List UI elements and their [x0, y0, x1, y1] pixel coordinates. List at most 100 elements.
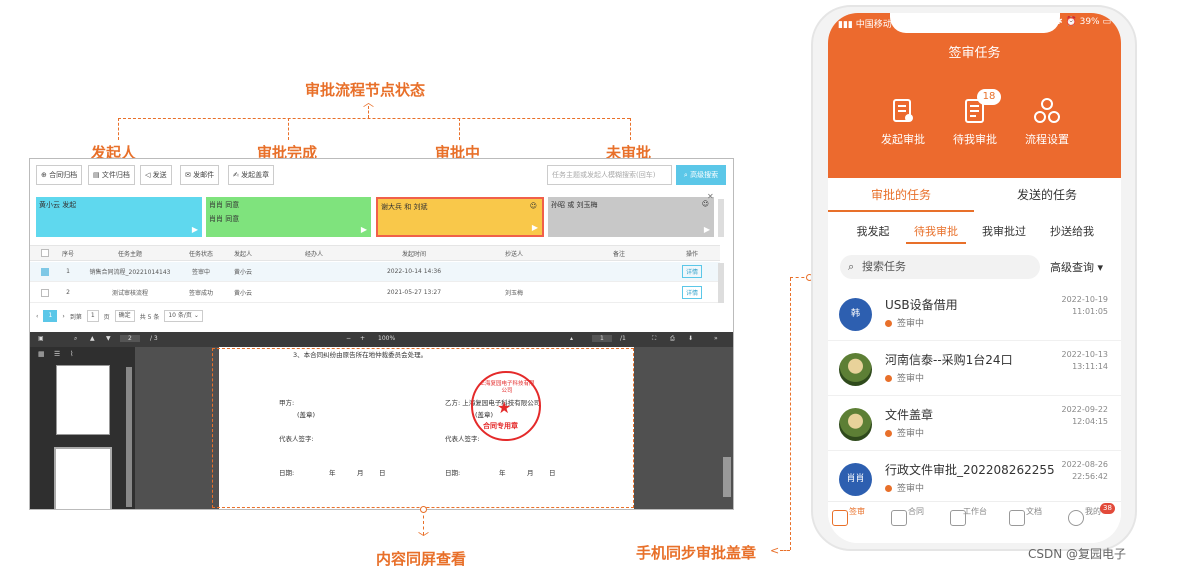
list-item[interactable]: 韩 USB设备借用 签审中 2022-10-19 11:01:05 [828, 286, 1121, 341]
thumbnail-view-icon[interactable]: ▦ [38, 350, 45, 358]
search-icon[interactable]: ⌕ [74, 335, 77, 343]
page-thumbnail[interactable] [54, 447, 112, 509]
subtab-pending[interactable]: 待我审批 [906, 223, 966, 244]
page-current[interactable]: 1 [43, 310, 58, 322]
attachment-icon[interactable]: ⌇ [70, 350, 73, 358]
task-search-input[interactable]: ⌕ 搜索任务 [840, 255, 1040, 279]
list-item[interactable]: 河南信泰--采购1台24口 签审中 2022-10-13 13:11:14 [828, 341, 1121, 396]
flow-settings-button[interactable]: 流程设置 [1012, 97, 1082, 147]
nav-sign[interactable]: 签审 [832, 506, 882, 526]
node-sub: 肖肖 同意 [209, 215, 240, 223]
flow-icon [1033, 97, 1061, 125]
more-icon[interactable]: » [714, 335, 718, 342]
print-icon[interactable]: ⎙ [670, 335, 675, 343]
nav-docs[interactable]: 文档 [1009, 506, 1059, 526]
nav-workbench[interactable]: 工作台 [950, 506, 1000, 526]
pending-badge: 18 [977, 89, 1001, 105]
sidebar-toggle-icon[interactable]: ▣ [38, 335, 44, 342]
detail-label: 详情 [681, 265, 702, 278]
row-checkbox[interactable] [36, 283, 54, 302]
row-note [564, 283, 674, 302]
column-header: 序号 [61, 250, 74, 258]
nav-contract[interactable]: 合同 [891, 506, 941, 526]
document-list-icon: 18 [961, 89, 1001, 125]
tab-sent-tasks[interactable]: 发送的任务 [974, 185, 1120, 205]
list-item[interactable]: 肖肖 行政文件审批_202208262255 签审中 2022-08-26 22:… [828, 451, 1121, 506]
zoom-in-icon[interactable]: + [360, 335, 365, 342]
start-seal-button[interactable]: ✍ 发起盖章 [228, 165, 275, 185]
connector-mobile-v [790, 278, 791, 550]
status-text: 签审中 [897, 374, 925, 384]
table-scrollbar[interactable] [718, 263, 724, 303]
close-icon[interactable]: ✕ [707, 192, 714, 201]
connector-drop-4 [630, 118, 631, 140]
zoom-out-icon[interactable]: − [346, 335, 351, 342]
connector-drop-1 [118, 118, 119, 140]
list-item[interactable]: 文件盖章 签审中 2022-09-22 12:04:15 [828, 396, 1121, 451]
subtab-approved[interactable]: 我审批过 [974, 223, 1034, 239]
pdf-scrollbar[interactable] [723, 457, 731, 497]
row-cc: 刘玉梅 [504, 290, 523, 297]
scrollbar[interactable] [718, 199, 724, 237]
node-not-approved[interactable]: 孙昭 或 刘玉梅 ▶ ☺ [548, 197, 714, 237]
pdf-page-input[interactable]: 2 [120, 335, 140, 342]
advanced-search-button[interactable]: ⌕ 高级搜索 [676, 165, 726, 185]
task-search-input[interactable]: 任务主题或发起人模糊搜索(回车) [547, 165, 672, 185]
page-thumbnail[interactable] [56, 365, 110, 435]
thumbnail-scrollbar[interactable] [126, 367, 132, 507]
subtab-cc[interactable]: 抄送给我 [1040, 223, 1104, 239]
pending-approval-button[interactable]: 18 待我审批 [940, 89, 1010, 147]
contract-icon [891, 510, 907, 526]
row-status: 签审成功 [188, 290, 213, 297]
send-button[interactable]: ◁ 发送 [140, 165, 172, 185]
next-page-icon[interactable]: › [62, 313, 64, 320]
task-time: 22:56:42 [1072, 472, 1108, 481]
arrow-up-icon[interactable]: ▲ [90, 335, 95, 342]
task-datetime: 2022-10-19 11:01:05 [1062, 294, 1109, 318]
confirm-button[interactable]: 确定 [114, 310, 135, 322]
comment-icon[interactable]: ☺ [702, 200, 709, 208]
comment-icon[interactable]: ☺ [530, 202, 537, 210]
download-icon[interactable]: ⬇ [688, 335, 693, 342]
zoom-level[interactable]: 100% [378, 335, 395, 342]
nav-mine[interactable]: 我的 38 [1068, 503, 1118, 526]
node-in-progress[interactable]: 谢大兵 和 刘斌 ▶ ☺ [376, 197, 544, 237]
outline-view-icon[interactable]: ☰ [54, 350, 60, 358]
row-subject: 测试审核流程 [111, 290, 148, 297]
total-count: 共 5 条 [139, 313, 160, 321]
archive-contract-button[interactable]: ⊕ 合同归档 [36, 165, 83, 185]
status-dot-icon [885, 375, 892, 382]
table-row[interactable]: 2 测试审核流程 签审成功 黄小云 2021-05-27 13:27 刘玉梅 详… [30, 283, 720, 303]
start-approval-button[interactable]: 发起审批 [868, 97, 938, 147]
archive-file-button[interactable]: ▤ 文件归档 [88, 165, 135, 185]
subtab-initiated[interactable]: 我发起 [844, 223, 902, 239]
node-completed[interactable]: 肖肖 同意 肖肖 同意 ▶ [206, 197, 371, 237]
connector-mobile-h [780, 550, 790, 551]
page-input[interactable]: 1 [86, 310, 99, 322]
avatar [839, 353, 872, 386]
detail-button[interactable]: 详情 [674, 283, 710, 302]
carrier-label: ▮▮▮ 中国移动 [838, 20, 892, 30]
send-email-button[interactable]: ✉ 发邮件 [180, 165, 220, 185]
header-checkbox[interactable] [36, 246, 54, 260]
prev-page-icon[interactable]: ‹ [36, 313, 38, 320]
arrow-up-icon[interactable]: ▴ [570, 335, 573, 342]
advanced-query-button[interactable]: 高级查询 ▾ [1050, 259, 1103, 275]
nav-label: 工作台 [963, 507, 987, 516]
detail-label: 详情 [681, 286, 702, 299]
arrow-down-icon[interactable]: ▼ [106, 335, 111, 342]
row-note [564, 262, 674, 281]
row-checkbox[interactable] [36, 262, 54, 281]
node-initiator[interactable]: 黄小云 发起 ▶ [36, 197, 202, 237]
row-initiator: 黄小云 [233, 269, 252, 276]
nav-label: 我的 [1085, 507, 1101, 516]
connector-drop-2 [288, 118, 289, 140]
detail-button[interactable]: 详情 [674, 262, 710, 281]
table-row[interactable]: 1 销售合同流程_20221014143 签审中 黄小云 2022-10-14 … [30, 262, 720, 282]
column-header: 任务主题 [117, 250, 142, 258]
pdf-page-input-right[interactable]: 1 [592, 335, 612, 342]
page-size-select[interactable]: 10 条/页 ⌄ [164, 310, 203, 322]
column-header: 抄送人 [504, 250, 523, 258]
tab-approval-tasks[interactable]: 审批的任务 [828, 185, 974, 212]
fullscreen-icon[interactable]: ⛶ [652, 335, 656, 343]
